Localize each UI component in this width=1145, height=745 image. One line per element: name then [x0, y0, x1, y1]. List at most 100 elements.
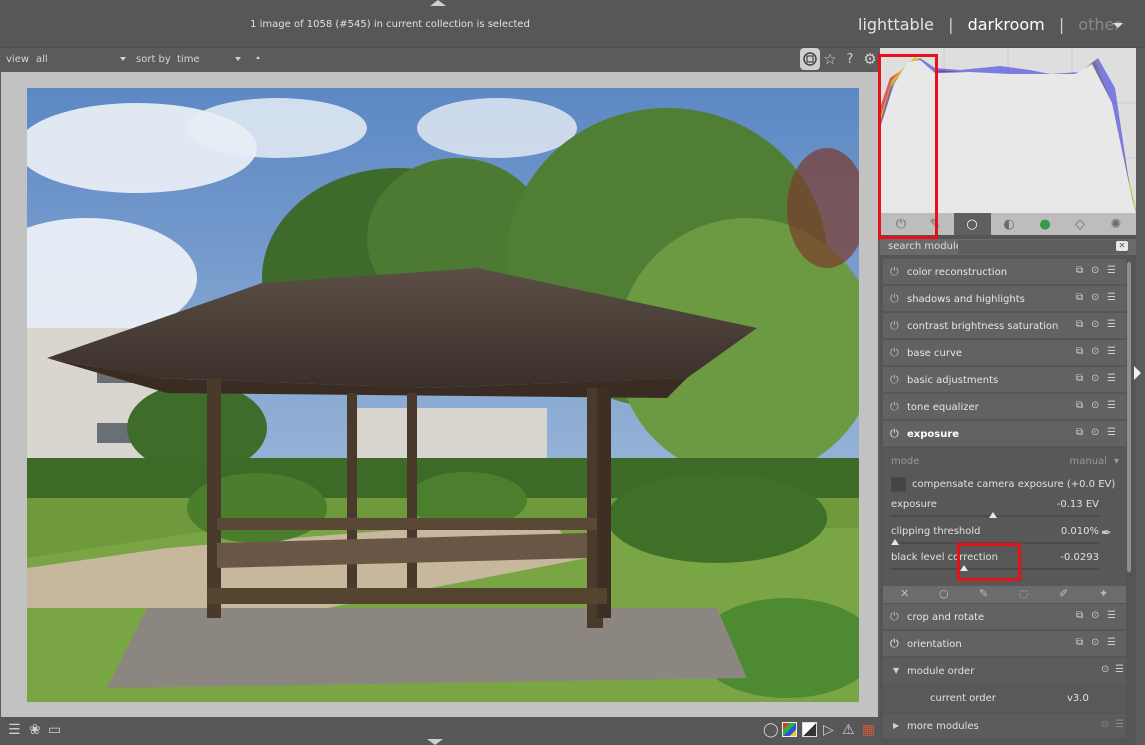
module-tone-equalizer[interactable]: ⏻ tone equalizer ⧉ ⊙ ☰ [883, 394, 1126, 420]
reset-icon[interactable]: ⊙ [1091, 292, 1099, 303]
mode-dropdown-icon[interactable]: ▾ [1114, 456, 1119, 467]
instances-icon[interactable]: ⧉ [1076, 373, 1083, 384]
slider-thumb[interactable] [988, 512, 997, 518]
base-group-icon[interactable]: ○ [963, 215, 981, 233]
instances-icon[interactable]: ⧉ [1076, 346, 1083, 357]
collapse-top-arrow-icon[interactable] [430, 0, 446, 6]
reset-icon[interactable]: ⊙ [1091, 427, 1099, 438]
power-icon[interactable]: ⏻ [890, 637, 899, 651]
mask-off-icon[interactable]: ✕ [900, 587, 909, 600]
presets-icon[interactable]: ☰ [1107, 637, 1116, 648]
tone-group-icon[interactable]: ◐ [1000, 215, 1018, 233]
power-icon[interactable]: ⏻ [890, 292, 899, 306]
mode-combobox[interactable]: mode manual ▾ [891, 456, 1119, 467]
module-order-section[interactable]: ▼ module order ⊙ ☰ [883, 658, 1126, 685]
view-filter-select[interactable]: all [36, 54, 48, 65]
overexposed-icon[interactable]: ▦ [862, 722, 875, 738]
menu-icon[interactable]: ☰ [8, 722, 21, 738]
module-crop-and-rotate[interactable]: ⏻ crop and rotate ⧉ ⊙ ☰ [883, 604, 1126, 630]
sort-order-icon[interactable] [256, 56, 260, 59]
clear-search-icon[interactable]: ✕ [1116, 241, 1128, 251]
module-shadows-and-highlights[interactable]: ⏻ shadows and highlights ⧉ ⊙ ☰ [883, 286, 1126, 312]
uniform-mask-icon[interactable]: ○ [939, 587, 949, 600]
power-icon[interactable]: ⏻ [890, 373, 899, 387]
instances-icon[interactable]: ⧉ [1076, 610, 1083, 621]
expand-arrow-icon[interactable]: ▶ [893, 721, 899, 730]
instances-icon[interactable]: ⧉ [1076, 265, 1083, 276]
reset-icon[interactable]: ⊙ [1091, 265, 1099, 276]
display-icon[interactable]: ▭ [48, 722, 61, 738]
drawn-mask-icon[interactable]: ✎ [979, 587, 988, 600]
more-modules-section[interactable]: ▶ more modules ⊙ ☰ [883, 714, 1126, 738]
presets-icon[interactable]: ☰ [1107, 610, 1116, 621]
presets-icon[interactable]: ☰ [1107, 319, 1116, 330]
bulb-icon[interactable]: ◯ [763, 722, 779, 738]
focus-peaking-icon[interactable] [800, 48, 820, 70]
reset-icon[interactable]: ⊙ [1091, 346, 1099, 357]
parametric-mask-icon[interactable]: ◌ [1019, 587, 1029, 600]
presets-icon[interactable]: ☰ [1107, 373, 1116, 384]
styles-icon[interactable]: ❀ [29, 722, 41, 738]
presets-icon[interactable]: ☰ [1107, 346, 1116, 357]
views-dropdown-icon[interactable] [1113, 23, 1123, 28]
reset-icon[interactable]: ⊙ [1101, 719, 1109, 730]
presets-icon[interactable]: ☰ [1115, 719, 1124, 730]
power-icon[interactable]: ⏻ [890, 265, 899, 279]
module-basic-adjustments[interactable]: ⏻ basic adjustments ⧉ ⊙ ☰ [883, 367, 1126, 393]
presets-icon[interactable]: ☰ [1115, 664, 1124, 675]
correct-group-icon[interactable]: ◇ [1071, 215, 1089, 233]
expand-arrow-icon[interactable]: ▼ [893, 666, 899, 675]
reset-icon[interactable]: ⊙ [1091, 319, 1099, 330]
instances-icon[interactable]: ⧉ [1076, 427, 1083, 438]
presets-icon[interactable]: ☰ [1107, 400, 1116, 411]
presets-icon[interactable]: ☰ [1107, 427, 1116, 438]
color-assessment-icon[interactable]: ▷ [823, 722, 834, 738]
gear-icon[interactable]: ⚙ [860, 48, 880, 70]
sort-dropdown-icon[interactable] [235, 57, 241, 61]
instances-icon[interactable]: ⧉ [1076, 319, 1083, 330]
view-lighttable[interactable]: lighttable [858, 15, 934, 34]
view-darkroom[interactable]: darkroom [968, 15, 1045, 34]
drawn-parametric-mask-icon[interactable]: ✐ [1059, 587, 1068, 600]
reset-icon[interactable]: ⊙ [1091, 373, 1099, 384]
reset-icon[interactable]: ⊙ [1101, 664, 1109, 675]
presets-icon[interactable]: ☰ [1107, 292, 1116, 303]
raster-mask-icon[interactable]: ✦ [1099, 587, 1108, 600]
module-contrast-brightness-saturation[interactable]: ⏻ contrast brightness saturation ⧉ ⊙ ☰ [883, 313, 1126, 339]
slider-thumb[interactable] [891, 539, 900, 545]
clipping-threshold-slider[interactable]: clipping threshold 0.010% [891, 526, 1099, 545]
instances-icon[interactable]: ⧉ [1076, 292, 1083, 303]
compensate-checkbox[interactable] [891, 477, 906, 492]
presets-icon[interactable]: ☰ [1107, 265, 1116, 276]
softproof-icon[interactable] [802, 722, 817, 737]
reset-icon[interactable]: ⊙ [1091, 637, 1099, 648]
color-picker-icon[interactable]: ✒ [1101, 526, 1112, 541]
help-icon[interactable]: ? [840, 48, 860, 70]
instances-icon[interactable]: ⧉ [1076, 400, 1083, 411]
module-exposure[interactable]: ⏻ exposure ⧉ ⊙ ☰ [883, 421, 1126, 447]
exposure-slider[interactable]: exposure -0.13 EV [891, 499, 1099, 518]
power-icon[interactable]: ⏻ [890, 427, 899, 441]
collapse-bottom-arrow-icon[interactable] [427, 739, 443, 745]
search-input[interactable] [958, 240, 1128, 254]
reset-icon[interactable]: ⊙ [1091, 610, 1099, 621]
instances-icon[interactable]: ⧉ [1076, 637, 1083, 648]
panel-scrollbar[interactable] [1127, 262, 1131, 572]
color-group-icon[interactable]: ● [1036, 215, 1054, 233]
sort-select[interactable]: time [177, 54, 200, 65]
gamut-icon[interactable] [782, 722, 797, 737]
module-orientation[interactable]: ⏻ orientation ⧉ ⊙ ☰ [883, 631, 1126, 657]
module-base-curve[interactable]: ⏻ base curve ⧉ ⊙ ☰ [883, 340, 1126, 366]
power-icon[interactable]: ⏻ [890, 400, 899, 414]
image-canvas[interactable] [1, 72, 878, 717]
module-color-reconstruction[interactable]: ⏻ color reconstruction ⧉ ⊙ ☰ [883, 259, 1126, 285]
collapse-right-arrow-icon[interactable] [1134, 366, 1141, 380]
warning-icon[interactable]: ⚠ [842, 722, 855, 738]
star-icon[interactable]: ☆ [820, 48, 840, 70]
power-icon[interactable]: ⏻ [890, 319, 899, 333]
reset-icon[interactable]: ⊙ [1091, 400, 1099, 411]
view-filter-dropdown-icon[interactable] [120, 57, 126, 61]
power-icon[interactable]: ⏻ [890, 610, 899, 624]
power-icon[interactable]: ⏻ [890, 346, 899, 360]
effects-group-icon[interactable]: ✺ [1107, 215, 1125, 233]
